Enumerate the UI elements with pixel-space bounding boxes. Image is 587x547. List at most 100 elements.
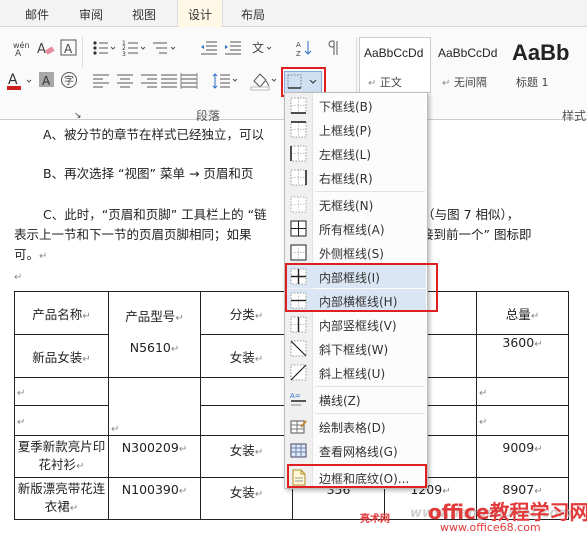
numbering-icon[interactable]: 123 xyxy=(122,39,146,57)
character-shading-icon[interactable]: A xyxy=(38,71,56,89)
table-cell[interactable]: 产品名称↵ xyxy=(14,291,109,335)
menu-item-draw-table[interactable]: 绘制表格(D) xyxy=(286,415,426,438)
table-cell[interactable]: 分类↵ xyxy=(200,291,293,335)
increase-indent-icon[interactable] xyxy=(224,39,242,57)
diagonal-up-border-icon xyxy=(290,364,307,381)
menu-item-outside-borders[interactable]: 外侧框线(S) xyxy=(286,241,426,264)
align-right-icon[interactable] xyxy=(140,73,158,89)
style-normal[interactable]: AaBbCcDd ↵ 正文 xyxy=(359,37,431,93)
table-cell[interactable]: ↵ xyxy=(476,405,569,436)
paragraph-c-line2: 表示上一节和下一节的页眉页脚相同；如果 链接到前一个” 图标即 xyxy=(14,227,532,242)
right-border-icon xyxy=(290,169,307,186)
phonetic-guide-icon[interactable]: wén A xyxy=(12,39,30,57)
menu-item-inside-vertical-border[interactable]: 内部竖框线(V) xyxy=(286,313,426,336)
table-cell[interactable]: ↵ xyxy=(108,377,201,436)
menu-separator xyxy=(315,386,425,387)
menu-item-diagonal-up-border[interactable]: 斜上框线(U) xyxy=(286,361,426,384)
table-cell[interactable]: 新品女装↵ xyxy=(14,334,109,378)
chinese-layout-icon[interactable]: 文 xyxy=(252,39,276,57)
bullets-icon[interactable] xyxy=(92,39,116,57)
table-cell[interactable]: 女装↵ xyxy=(200,334,293,378)
menu-item-all-borders[interactable]: 所有框线(A) xyxy=(286,217,426,240)
sort-icon[interactable]: AZ xyxy=(296,39,314,57)
multilevel-list-icon[interactable] xyxy=(152,39,176,57)
table-cell[interactable]: 新版漂亮带花连衣裙↵ xyxy=(14,477,109,520)
table-cell[interactable]: 9009↵ xyxy=(476,435,569,478)
left-border-icon xyxy=(290,145,307,162)
menu-item-label: 内部竖框线(V) xyxy=(319,319,397,333)
table-cell[interactable]: 总量↵ xyxy=(476,291,569,335)
align-left-icon[interactable] xyxy=(92,73,110,89)
menu-item-diagonal-down-border[interactable]: 斜下框线(W) xyxy=(286,337,426,360)
table-cell[interactable]: 夏季新款亮片印花衬衫↵ xyxy=(14,435,109,478)
table-cell[interactable]: 产品型号↵ N5610↵ xyxy=(108,291,201,378)
decrease-indent-icon[interactable] xyxy=(200,39,218,57)
top-border-icon xyxy=(290,121,307,138)
show-hide-marks-icon[interactable] xyxy=(326,39,340,57)
empty-paragraph: ↵ xyxy=(14,272,23,283)
menu-item-label: 所有框线(A) xyxy=(319,223,385,237)
line-spacing-icon[interactable] xyxy=(212,73,238,89)
menu-item-bottom-border[interactable]: 下框线(B) xyxy=(286,94,426,117)
table-cell[interactable]: 3600↵ xyxy=(476,334,569,378)
justify-icon[interactable] xyxy=(160,73,178,89)
table-cell[interactable]: ↵ xyxy=(14,377,109,406)
font-color-icon[interactable]: A xyxy=(6,71,36,91)
table-cell[interactable]: 女装↵ xyxy=(200,435,293,478)
svg-text:Z: Z xyxy=(296,50,301,57)
style-heading-1[interactable]: AaBb 标题 1 xyxy=(507,37,587,93)
tab-design[interactable]: 设计 xyxy=(177,0,224,27)
svg-text:A: A xyxy=(296,41,301,49)
style-gallery: AaBbCcDd ↵ 正文 AaBbCcDd ↵ 无间隔 AaBb 标题 1 xyxy=(356,37,587,93)
all-borders-icon xyxy=(290,220,307,237)
svg-text:A: A xyxy=(37,42,46,57)
style-name: ↵ 无间隔 xyxy=(442,76,487,89)
menu-separator xyxy=(315,413,425,414)
inside-vertical-border-icon xyxy=(290,316,307,333)
table-cell[interactable]: ↵ xyxy=(476,377,569,406)
bottom-border-icon xyxy=(290,97,307,114)
style-name: 标题 1 xyxy=(516,76,549,89)
align-center-icon[interactable] xyxy=(116,73,134,89)
inside-borders-highlight xyxy=(285,263,438,312)
style-name: ↵ 正文 xyxy=(368,76,402,89)
menu-item-view-gridlines[interactable]: 查看网格线(G) xyxy=(286,439,426,462)
view-gridlines-icon xyxy=(290,442,307,459)
table-cell[interactable] xyxy=(200,405,293,436)
menu-item-right-border[interactable]: 右框线(R) xyxy=(286,166,426,189)
menu-item-label: 右框线(R) xyxy=(319,172,373,186)
svg-text:字: 字 xyxy=(64,74,74,87)
menu-item-horizontal-line[interactable]: A= 横线(Z) xyxy=(286,388,426,411)
character-border-icon[interactable]: A xyxy=(60,39,78,57)
menu-item-left-border[interactable]: 左框线(L) xyxy=(286,142,426,165)
menu-item-label: 斜下框线(W) xyxy=(319,343,389,357)
paragraph-c-line1: C、此时，“页眉和页脚” 工具栏上的 “链 中状态（与图 7 相似）， xyxy=(43,207,520,222)
menu-item-label: 下框线(B) xyxy=(319,100,373,114)
outside-borders-icon xyxy=(290,244,307,261)
table-cell[interactable]: ↵ xyxy=(14,405,109,436)
svg-text:A: A xyxy=(8,72,18,88)
enclose-characters-icon[interactable]: 字 xyxy=(60,71,78,89)
table-cell[interactable] xyxy=(200,377,293,406)
svg-text:3: 3 xyxy=(122,51,126,57)
tab-layout[interactable]: 布局 xyxy=(241,6,265,23)
distributed-icon[interactable] xyxy=(180,73,198,89)
ribbon-separator xyxy=(82,37,83,67)
shading-icon[interactable] xyxy=(250,71,280,91)
table-cell[interactable]: 女装↵ xyxy=(200,477,293,520)
style-no-spacing[interactable]: AaBbCcDd ↵ 无间隔 xyxy=(433,37,505,93)
tab-mailings[interactable]: 邮件 xyxy=(25,6,49,23)
svg-text:A: A xyxy=(64,42,73,56)
menu-item-no-border[interactable]: 无框线(N) xyxy=(286,193,426,216)
tab-review[interactable]: 审阅 xyxy=(79,6,103,23)
table-cell[interactable]: N300209↵ xyxy=(108,435,201,478)
table-cell[interactable]: N100390↵ xyxy=(108,477,201,520)
menu-separator xyxy=(315,191,425,192)
clear-formatting-icon[interactable]: A xyxy=(36,39,56,57)
menu-item-top-border[interactable]: 上框线(P) xyxy=(286,118,426,141)
svg-text:A: A xyxy=(15,49,22,57)
tab-view[interactable]: 视图 xyxy=(132,6,156,23)
menu-item-label: 斜上框线(U) xyxy=(319,367,386,381)
borders-shading-highlight xyxy=(287,464,427,488)
menu-item-label: 外侧框线(S) xyxy=(319,247,384,261)
